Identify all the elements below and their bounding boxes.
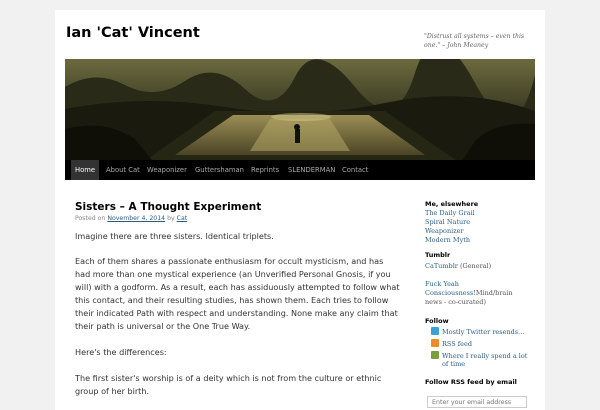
post-paragraph: Each of them shares a passionate enthusi… (75, 256, 400, 331)
nav-item-reprints[interactable]: Reprints (247, 160, 283, 180)
sidebar-link-spiral-nature[interactable]: Spiral Nature (425, 218, 470, 227)
follow-item-label[interactable]: RSS feed (442, 340, 472, 348)
widget-title-follow: Follow (425, 317, 449, 325)
nav-item-home[interactable]: Home (71, 160, 99, 180)
nav-item-about-cat[interactable]: About Cat (102, 160, 144, 180)
follow-item-label[interactable]: Mostly Twitter resends... (442, 328, 524, 336)
sidebar-link-fuck-yeah-b[interactable]: Consciousness! (425, 289, 476, 297)
sidebar-link-modern-myth[interactable]: Modern Myth (425, 236, 470, 245)
sidebar-tumblr-note: (General) (459, 262, 492, 270)
post-author-link[interactable]: Cat (177, 215, 188, 222)
widget-title-rss-email: Follow RSS feed by email (425, 378, 517, 386)
post-paragraph: Here's the differences: (75, 347, 167, 357)
follow-item-rss[interactable]: RSS feed (431, 339, 472, 349)
post-meta-posted-label: Posted on (75, 215, 106, 222)
sidebar-tumblr-note-2a: Mind/brain (475, 289, 513, 297)
post-paragraph: Imagine there are three sisters. Identic… (75, 231, 274, 241)
sidebar-tumblr-entry: CaTumblr (General) (425, 262, 491, 271)
nav-item-guttershaman[interactable]: Guttershaman (191, 160, 248, 180)
sidebar-link-catumblr[interactable]: CaTumblr (425, 262, 458, 270)
widget-title-elsewhere: Me, elsewhere (425, 200, 479, 208)
post-date-link[interactable]: November 4, 2014 (107, 215, 165, 222)
main-navigation: Home About Cat Weaponizer Guttershaman R… (65, 160, 535, 180)
site-title[interactable]: Ian 'Cat' Vincent (66, 25, 200, 41)
follow-item-comment-cont[interactable]: of time (442, 360, 465, 369)
follow-item-twitter[interactable]: Mostly Twitter resends... (431, 327, 524, 337)
site-description-quote: "Distrust all systems – even this one." … (424, 33, 525, 49)
follow-item-label-cont[interactable]: of time (442, 360, 465, 368)
sidebar-tumblr-entry-2: Consciousness!Mind/brain (425, 289, 513, 298)
page-wrapper: Ian 'Cat' Vincent "Distrust all systems … (55, 10, 545, 410)
twitter-icon (431, 327, 439, 335)
sidebar-tumblr-note-2b: news - co-curated) (425, 298, 486, 306)
sidebar-link-weaponizer[interactable]: Weaponizer (425, 227, 464, 236)
post-meta-by-label: by (167, 215, 175, 222)
widget-title-tumblr: Tumblr (425, 251, 451, 259)
rss-icon (431, 339, 439, 347)
header-landscape-image (65, 59, 535, 164)
nav-item-contact[interactable]: Contact (338, 160, 372, 180)
post-title[interactable]: Sisters – A Thought Experiment (75, 201, 261, 213)
post-meta: Posted on November 4, 2014 by Cat (75, 215, 187, 222)
sidebar-link-daily-grail[interactable]: The Daily Grail (425, 209, 475, 218)
nav-item-weaponizer[interactable]: Weaponizer (143, 160, 191, 180)
header-image (65, 59, 535, 164)
sidebar-link-fuck-yeah-a[interactable]: Fuck Yeah (425, 280, 459, 289)
comment-icon (431, 351, 439, 359)
post-paragraph: The first sister's worship is of a deity… (75, 373, 382, 396)
follow-item-label[interactable]: Where I really spend a lot (442, 352, 527, 360)
sidebar-tumblr-note-2b-row: news - co-curated) (425, 298, 486, 307)
email-subscribe-input[interactable] (427, 396, 527, 408)
nav-item-slenderman[interactable]: SLENDERMAN (284, 160, 339, 180)
